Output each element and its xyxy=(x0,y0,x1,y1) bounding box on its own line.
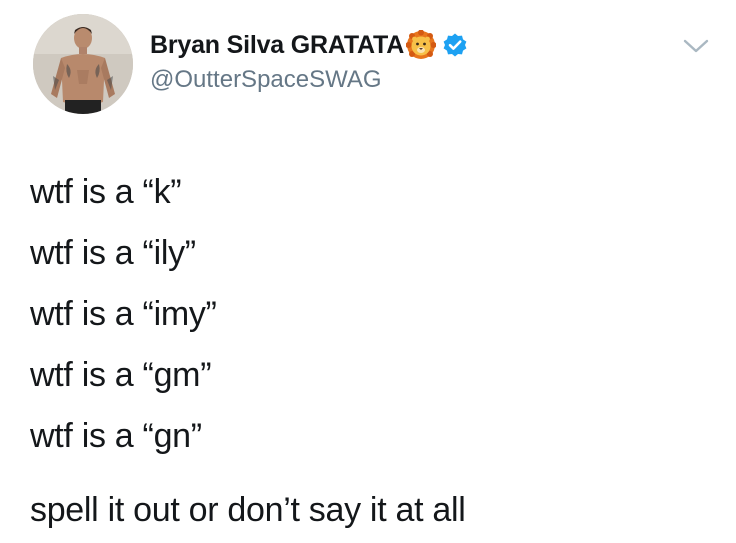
lion-face-emoji-icon xyxy=(405,29,437,60)
tweet-line: wtf is a “imy” xyxy=(30,295,217,333)
tweet-card: Bryan Silva GRATATA @OutterSpaceSWAG wtf… xyxy=(0,0,736,543)
tweet-line: wtf is a “gm” xyxy=(30,356,212,394)
verified-badge-icon xyxy=(442,32,468,58)
chevron-down-icon[interactable] xyxy=(682,36,710,56)
tweet-line: wtf is a “k” xyxy=(30,173,182,211)
tweet-line: wtf is a “ily” xyxy=(30,234,196,272)
tweet-line: spell it out or don’t say it at all xyxy=(30,491,466,529)
avatar-photo xyxy=(33,14,133,114)
tweet-line: wtf is a “gn” xyxy=(30,417,202,455)
author-handle[interactable]: @OutterSpaceSWAG xyxy=(150,66,382,94)
display-name[interactable]: Bryan Silva GRATATA xyxy=(150,31,404,60)
avatar[interactable] xyxy=(33,14,133,114)
author-name-row: Bryan Silva GRATATA xyxy=(150,27,468,63)
